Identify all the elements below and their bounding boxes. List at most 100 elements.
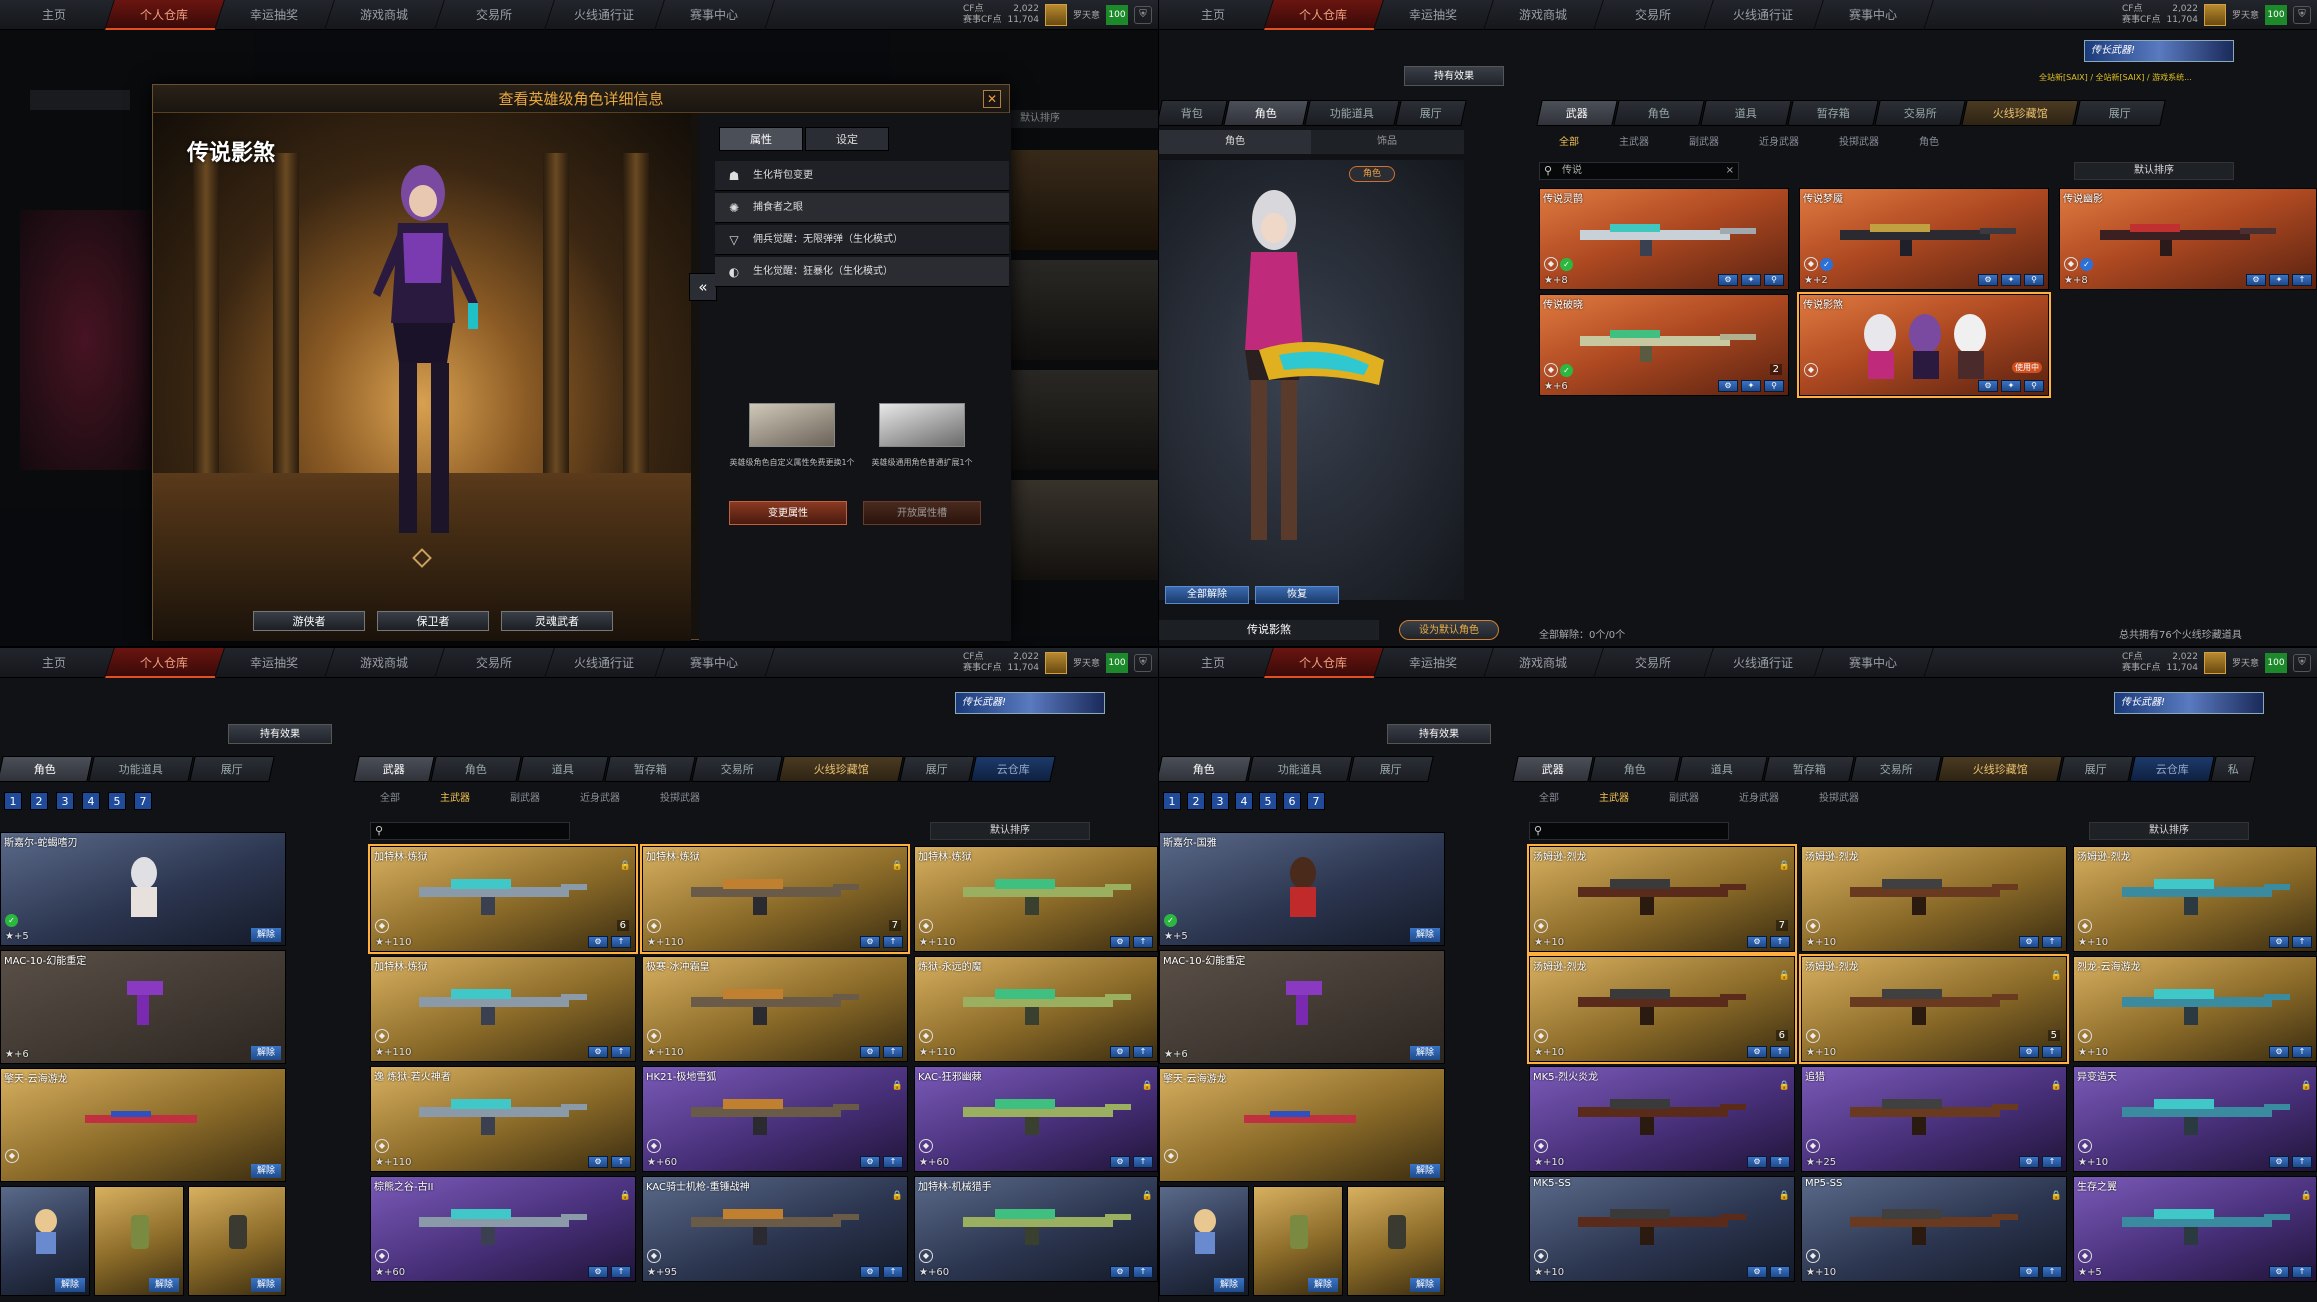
upgrade-icon[interactable]: ↑ <box>883 1156 903 1168</box>
tab-weapons[interactable]: 武器 <box>353 756 435 782</box>
upgrade-icon[interactable]: ↑ <box>611 1266 631 1278</box>
mini-slot[interactable]: 解除 <box>1347 1186 1445 1296</box>
class-soul-warrior-button[interactable]: 灵魂武者 <box>501 611 613 631</box>
tab-collection[interactable]: 火线珍藏馆 <box>778 756 904 782</box>
zoom-icon[interactable]: ⚲ <box>1764 380 1784 392</box>
subtab-secondary[interactable]: 副武器 <box>1649 788 1719 810</box>
subtab-throwing[interactable]: 投掷武器 <box>1819 132 1899 154</box>
settings-icon[interactable]: ✦ <box>2001 380 2021 392</box>
subtab-all[interactable]: 全部 <box>1539 132 1599 154</box>
upgrade-icon[interactable]: ↑ <box>883 1266 903 1278</box>
nav-exchange[interactable]: 交易所 <box>435 648 555 678</box>
tab-cloud-storage[interactable]: 云仓库 <box>2129 756 2215 782</box>
nav-events[interactable]: 赛事中心 <box>655 0 775 30</box>
tab-collection[interactable]: 火线珍藏馆 <box>1961 100 2079 126</box>
upgrade-icon[interactable]: ↑ <box>2042 1266 2062 1278</box>
page-tab[interactable]: 5 <box>1259 792 1277 810</box>
loadout-item[interactable]: MAC-10-幻能重定 ★+6 解除 <box>1159 950 1445 1064</box>
upgrade-icon[interactable]: ↑ <box>611 936 631 948</box>
page-tab[interactable]: 2 <box>30 792 48 810</box>
tab-backpack[interactable]: 背包 <box>1159 100 1228 126</box>
nav-exchange[interactable]: 交易所 <box>435 0 555 30</box>
subtab-melee[interactable]: 近身武器 <box>560 788 640 810</box>
subtab-throwing[interactable]: 投掷武器 <box>640 788 720 810</box>
nav-shop[interactable]: 游戏商城 <box>325 0 445 30</box>
item-card[interactable]: 汤姆逊-烈龙 🔒 ◆ 7 ★+10 ⚙ ↑ <box>1527 844 1797 954</box>
page-tab[interactable]: 5 <box>108 792 126 810</box>
gear-icon[interactable]: ⚙ <box>860 936 880 948</box>
item-card[interactable]: 炼狱-永远的魔 ◆ ★+110 ⚙ ↑ <box>914 956 1158 1062</box>
avatar[interactable] <box>1044 3 1067 26</box>
tab-exchange[interactable]: 交易所 <box>1850 756 1942 782</box>
item-card[interactable]: 异变造天 🔒 ◆ ★+10 ⚙ ↑ <box>2073 1066 2317 1172</box>
item-card[interactable]: MK5-烈火炎龙 🔒 ◆ ★+10 ⚙ ↑ <box>1529 1066 1795 1172</box>
gear-icon[interactable]: ⚙ <box>1978 274 1998 286</box>
upgrade-icon[interactable]: ↑ <box>2292 1046 2312 1058</box>
nav-warehouse[interactable]: 个人仓库 <box>1264 648 1384 678</box>
gear-icon[interactable]: ⚙ <box>1110 1266 1130 1278</box>
nav-pass[interactable]: 火线通行证 <box>545 648 665 678</box>
item-card[interactable]: HK21-极地雪狐 🔒 ◆ ★+60 ⚙ ↑ <box>642 1066 908 1172</box>
upgrade-icon[interactable]: ↑ <box>611 1046 631 1058</box>
tab-items[interactable]: 道具 <box>517 756 609 782</box>
nav-pass[interactable]: 火线通行证 <box>1704 0 1824 30</box>
upgrade-icon[interactable]: ↑ <box>2292 936 2312 948</box>
unequip-button[interactable]: 解除 <box>148 1278 179 1292</box>
upgrade-icon[interactable]: ↑ <box>1770 936 1790 948</box>
upgrade-icon[interactable]: ↑ <box>611 1156 631 1168</box>
gear-icon[interactable]: ⚙ <box>2019 1046 2039 1058</box>
gear-icon[interactable]: ⚙ <box>1110 1046 1130 1058</box>
nav-exchange[interactable]: 交易所 <box>1594 648 1714 678</box>
promo-banner[interactable]: 传长武器! <box>2114 692 2264 714</box>
unequip-button[interactable]: 解除 <box>54 1278 85 1292</box>
nav-shop[interactable]: 游戏商城 <box>1484 0 1604 30</box>
unequip-button[interactable]: 解除 <box>250 1278 281 1292</box>
shield-icon[interactable]: ⛨ <box>1134 653 1152 672</box>
unequip-button[interactable]: 解除 <box>1213 1278 1244 1292</box>
subtab-primary[interactable]: 主武器 <box>1579 788 1649 810</box>
item-card[interactable]: 加特林-炼狱 ◆ ★+110 ⚙ ↑ <box>370 956 636 1062</box>
tab-function-items[interactable]: 功能道具 <box>1304 100 1400 126</box>
sort-dropdown[interactable]: 默认排序 <box>930 822 1090 840</box>
page-tab[interactable]: 3 <box>1211 792 1229 810</box>
tab-items[interactable]: 道具 <box>1676 756 1768 782</box>
item-card[interactable]: 棕熊之谷-古II 🔒 ◆ ★+60 ⚙ ↑ <box>370 1176 636 1282</box>
hold-effect-button[interactable]: 持有效果 <box>228 724 332 744</box>
shield-icon[interactable]: ⛨ <box>2293 653 2311 672</box>
upgrade-icon[interactable]: ↑ <box>883 936 903 948</box>
subtab-throwing[interactable]: 投掷武器 <box>1799 788 1879 810</box>
subtab-primary[interactable]: 主武器 <box>1599 132 1669 154</box>
subtab-accessories[interactable]: 饰品 <box>1311 130 1463 154</box>
tab-roles[interactable]: 角色 <box>430 756 522 782</box>
subtab-melee[interactable]: 近身武器 <box>1739 132 1819 154</box>
tab-roles[interactable]: 角色 <box>1613 100 1705 126</box>
mini-slot[interactable]: 解除 <box>0 1186 90 1296</box>
gear-icon[interactable]: ⚙ <box>1110 936 1130 948</box>
shield-icon[interactable]: ⛨ <box>2293 5 2311 24</box>
loadout-item[interactable]: 擎天-云海游龙 ◆ 解除 <box>0 1068 286 1182</box>
nav-events[interactable]: 赛事中心 <box>655 648 775 678</box>
gear-icon[interactable]: ⚙ <box>588 1046 608 1058</box>
loadout-item[interactable]: 擎天-云海游龙 ◆ 解除 <box>1159 1068 1445 1182</box>
tab-showroom[interactable]: 展厅 <box>2074 100 2166 126</box>
subtab-all[interactable]: 全部 <box>1519 788 1579 810</box>
item-card[interactable]: 传说灵鹊 ◆ ✓ ★+8 ⚙ ✦ ⚲ <box>1539 188 1789 290</box>
page-tab[interactable]: 1 <box>1163 792 1181 810</box>
gear-icon[interactable]: ⚙ <box>2019 1156 2039 1168</box>
subtab-secondary[interactable]: 副武器 <box>1669 132 1739 154</box>
gear-icon[interactable]: ⚙ <box>1978 380 1998 392</box>
item-card[interactable]: 汤姆逊-烈龙 ◆ ★+10 ⚙ ↑ <box>2073 846 2317 952</box>
gear-icon[interactable]: ⚙ <box>1747 1266 1767 1278</box>
upgrade-icon[interactable]: ↑ <box>2042 1046 2062 1058</box>
nav-home[interactable]: 主页 <box>1159 0 1274 30</box>
tab-showroom[interactable]: 展厅 <box>189 756 275 782</box>
unequip-button[interactable]: 解除 <box>250 1164 281 1178</box>
nav-exchange[interactable]: 交易所 <box>1594 0 1714 30</box>
gear-icon[interactable]: ⚙ <box>2246 274 2266 286</box>
tab-showroom[interactable]: 展厅 <box>1395 100 1467 126</box>
search-input[interactable]: ⚲ 传说 × <box>1539 162 1739 180</box>
item-card[interactable]: 汤姆逊-烈龙 🔒 ◆ 5 ★+10 ⚙ ↑ <box>1799 954 2069 1064</box>
gear-icon[interactable]: ⚙ <box>2019 936 2039 948</box>
tab-role[interactable]: 角色 <box>1223 100 1309 126</box>
hold-effect-button[interactable]: 持有效果 <box>1404 66 1504 86</box>
